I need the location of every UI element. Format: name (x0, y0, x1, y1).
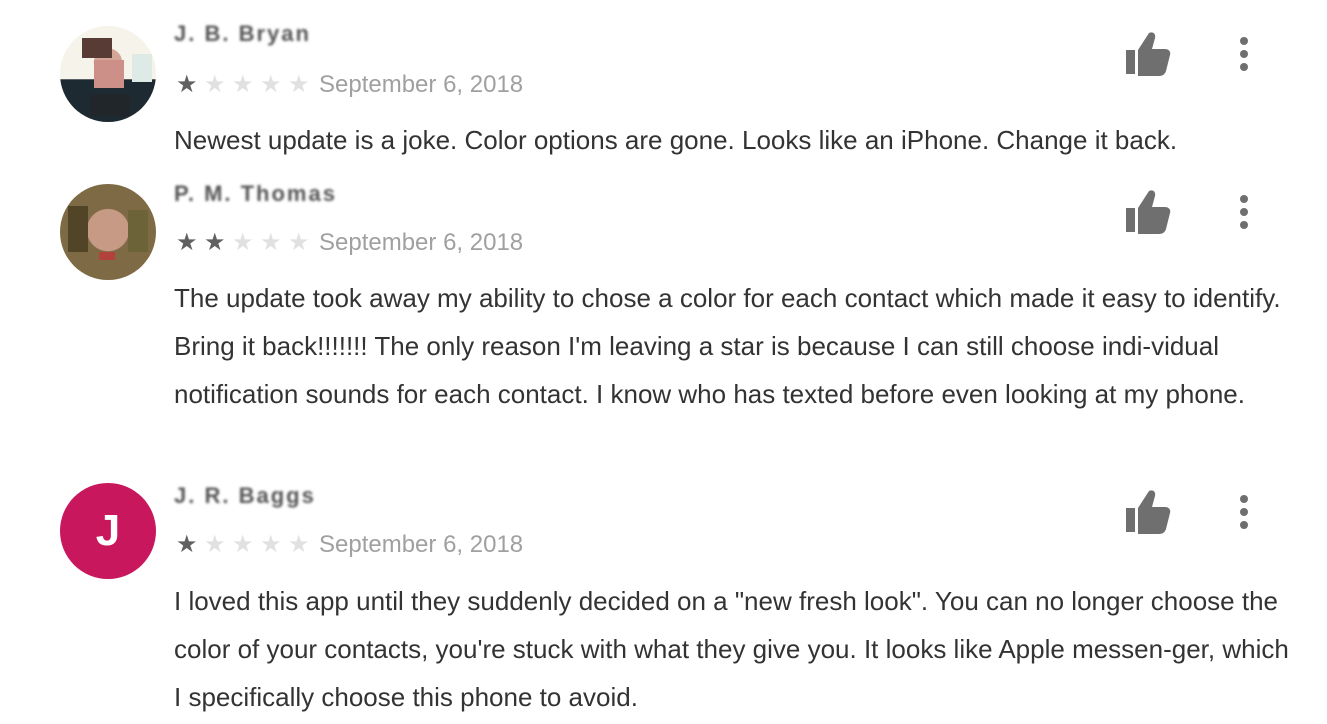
review-item: P. M. Thomas ★ ★ ★ ★ ★ September 6, 2018… (0, 166, 1327, 473)
review-text: The update took away my ability to chose… (174, 283, 1281, 409)
avatar-pixel (90, 94, 130, 116)
rating-row: ★ ★ ★ ★ ★ September 6, 2018 (176, 531, 523, 559)
star-empty-icon: ★ (232, 229, 254, 256)
avatar-pixel (128, 210, 148, 252)
star-empty-icon: ★ (260, 71, 282, 98)
more-vert-icon (1240, 37, 1248, 71)
thumb-up-icon (1126, 32, 1171, 76)
star-empty-icon: ★ (232, 531, 254, 558)
review-item: J. B. Bryan ★ ★ ★ ★ ★ September 6, 2018 … (0, 0, 1327, 165)
avatar-pixel (132, 54, 152, 82)
reviewer-name: P. M. Thomas (174, 181, 337, 206)
avatar-letter: J (95, 506, 121, 555)
more-vert-icon (1240, 495, 1248, 529)
more-options-button[interactable] (1232, 34, 1256, 74)
star-filled-icon: ★ (176, 229, 198, 256)
reviewer-name: J. B. Bryan (174, 21, 311, 46)
reviewer-avatar[interactable]: J (60, 483, 156, 579)
review-text: Newest update is a joke. Color options a… (174, 125, 1178, 155)
star-empty-icon: ★ (260, 229, 282, 256)
star-empty-icon: ★ (204, 71, 226, 98)
avatar-pixel (82, 38, 112, 58)
star-empty-icon: ★ (288, 229, 310, 256)
thumb-up-icon (1126, 190, 1171, 234)
reviews-page: J. B. Bryan ★ ★ ★ ★ ★ September 6, 2018 … (0, 0, 1327, 724)
helpful-button[interactable] (1124, 190, 1172, 234)
helpful-button[interactable] (1124, 32, 1172, 76)
review-date: September 6, 2018 (319, 229, 524, 256)
reviewer-avatar[interactable] (60, 26, 156, 122)
review-item: J J. R. Baggs ★ ★ ★ ★ ★ September 6, 201… (0, 473, 1327, 724)
more-options-button[interactable] (1232, 192, 1256, 232)
star-empty-icon: ★ (260, 531, 282, 558)
reviewer-name: J. R. Baggs (174, 483, 316, 508)
star-filled-icon: ★ (176, 531, 198, 558)
star-empty-icon: ★ (288, 531, 310, 558)
star-empty-icon: ★ (204, 531, 226, 558)
review-text: I loved this app until they suddenly dec… (174, 586, 1289, 712)
review-date: September 6, 2018 (319, 71, 524, 98)
helpful-button[interactable] (1124, 490, 1172, 534)
avatar-pixel (94, 60, 124, 88)
star-filled-icon: ★ (204, 229, 226, 256)
star-empty-icon: ★ (288, 71, 310, 98)
avatar-pixel (68, 206, 88, 252)
more-vert-icon (1240, 195, 1248, 229)
star-filled-icon: ★ (176, 71, 198, 98)
rating-row: ★ ★ ★ ★ ★ September 6, 2018 (176, 229, 523, 257)
star-empty-icon: ★ (232, 71, 254, 98)
reviewer-avatar[interactable] (60, 184, 156, 280)
more-options-button[interactable] (1232, 492, 1256, 532)
thumb-up-icon (1126, 490, 1171, 534)
rating-row: ★ ★ ★ ★ ★ September 6, 2018 (176, 71, 523, 99)
review-date: September 6, 2018 (319, 531, 524, 558)
avatar-pixel (99, 252, 115, 260)
